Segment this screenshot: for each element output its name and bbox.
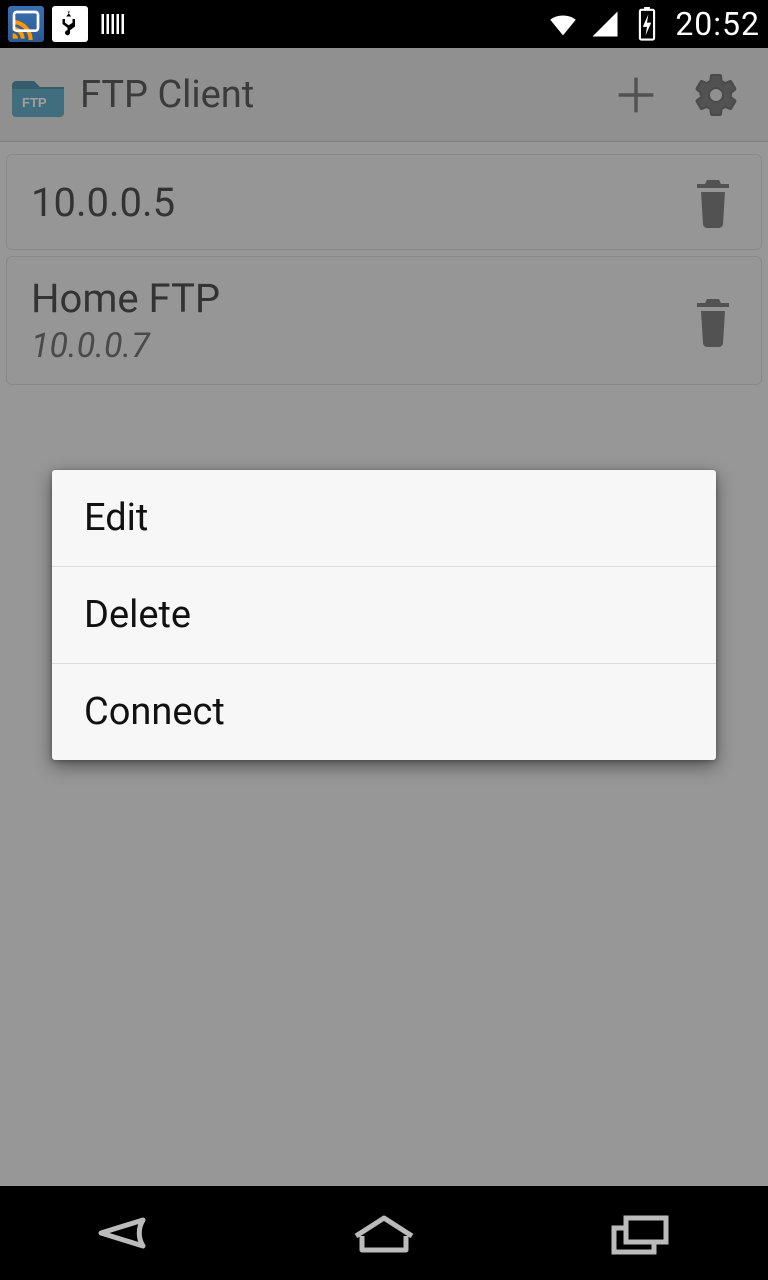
battery-charging-icon bbox=[629, 6, 665, 42]
barcode-icon bbox=[96, 6, 132, 42]
context-menu: Edit Delete Connect bbox=[52, 470, 716, 760]
nav-recents-button[interactable] bbox=[580, 1198, 700, 1268]
usb-icon bbox=[52, 6, 88, 42]
context-menu-delete[interactable]: Delete bbox=[52, 567, 716, 664]
navigation-bar bbox=[0, 1186, 768, 1280]
status-bar: 20:52 bbox=[0, 0, 768, 48]
cell-signal-icon bbox=[587, 6, 623, 42]
nav-back-button[interactable] bbox=[68, 1198, 188, 1268]
status-clock: 20:52 bbox=[675, 5, 760, 43]
wifi-icon bbox=[545, 6, 581, 42]
cast-icon bbox=[8, 6, 44, 42]
context-menu-edit[interactable]: Edit bbox=[52, 470, 716, 567]
nav-home-button[interactable] bbox=[324, 1198, 444, 1268]
context-menu-connect[interactable]: Connect bbox=[52, 664, 716, 760]
